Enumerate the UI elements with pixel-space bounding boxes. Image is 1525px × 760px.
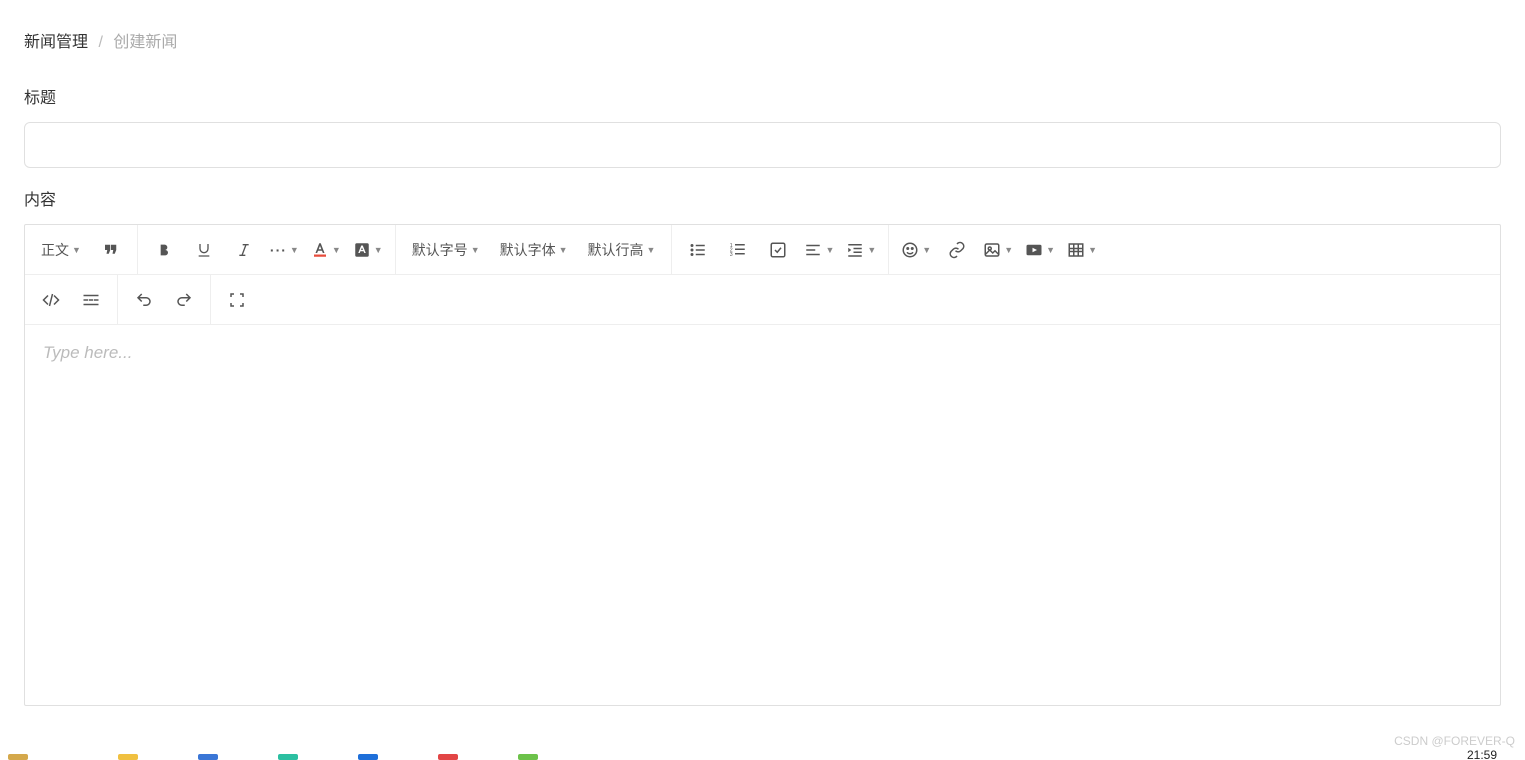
breadcrumb-separator: / <box>98 34 102 51</box>
emoji-button[interactable]: ▼ <box>895 230 937 270</box>
fullscreen-icon <box>228 291 246 309</box>
unordered-list-button[interactable] <box>678 230 718 270</box>
todo-button[interactable] <box>758 230 798 270</box>
indent-button[interactable]: ▼ <box>840 230 882 270</box>
bg-color-button[interactable]: ▼ <box>347 230 389 270</box>
editor-placeholder: Type here... <box>43 343 132 362</box>
font-size-select[interactable]: 默认字号▼ <box>402 230 490 270</box>
blockquote-button[interactable] <box>91 230 131 270</box>
more-format-button[interactable]: ···▼ <box>264 230 305 270</box>
divider-icon <box>82 291 100 309</box>
rich-text-editor: 正文▼ ··· <box>24 224 1501 706</box>
undo-icon <box>135 291 153 309</box>
font-size-label: 默认字号 <box>412 240 468 260</box>
code-icon <box>42 291 60 309</box>
editor-toolbar: 正文▼ ··· <box>25 225 1500 325</box>
underline-button[interactable] <box>184 230 224 270</box>
title-label: 标题 <box>24 84 1501 108</box>
svg-text:3: 3 <box>730 252 733 258</box>
line-height-label: 默认行高 <box>588 240 644 260</box>
breadcrumb-root[interactable]: 新闻管理 <box>24 34 88 51</box>
ordered-list-button[interactable]: 123 <box>718 230 758 270</box>
fullscreen-button[interactable] <box>217 280 257 320</box>
italic-icon <box>236 242 252 258</box>
taskbar-hints <box>0 750 546 760</box>
heading-label: 正文 <box>41 240 69 260</box>
link-button[interactable] <box>937 230 977 270</box>
code-button[interactable] <box>31 280 71 320</box>
align-icon <box>804 241 822 259</box>
link-icon <box>948 241 966 259</box>
divider-button[interactable] <box>71 280 111 320</box>
system-time: 21:59 <box>1467 748 1497 760</box>
watermark: CSDN @FOREVER-Q <box>1394 734 1515 748</box>
font-family-select[interactable]: 默认字体▼ <box>490 230 578 270</box>
redo-icon <box>175 291 193 309</box>
heading-select[interactable]: 正文▼ <box>31 230 91 270</box>
emoji-icon <box>901 241 919 259</box>
video-button[interactable]: ▼ <box>1019 230 1061 270</box>
breadcrumb-current: 创建新闻 <box>113 34 177 51</box>
image-icon <box>983 241 1001 259</box>
editor-content-area[interactable]: Type here... <box>25 325 1500 705</box>
bold-icon <box>156 242 172 258</box>
font-color-icon <box>311 241 329 259</box>
video-icon <box>1025 241 1043 259</box>
todo-icon <box>769 241 787 259</box>
breadcrumb: 新闻管理 / 创建新闻 <box>24 0 1501 66</box>
bold-button[interactable] <box>144 230 184 270</box>
font-color-button[interactable]: ▼ <box>305 230 347 270</box>
undo-button[interactable] <box>124 280 164 320</box>
indent-icon <box>846 241 864 259</box>
image-button[interactable]: ▼ <box>977 230 1019 270</box>
unordered-list-icon <box>689 241 707 259</box>
quote-icon <box>102 241 120 259</box>
more-glyph: ··· <box>270 242 287 258</box>
title-input[interactable] <box>24 122 1501 168</box>
ordered-list-icon: 123 <box>729 241 747 259</box>
table-button[interactable]: ▼ <box>1061 230 1103 270</box>
bg-color-icon <box>353 241 371 259</box>
content-label: 内容 <box>24 186 1501 210</box>
line-height-select[interactable]: 默认行高▼ <box>578 230 666 270</box>
align-button[interactable]: ▼ <box>798 230 840 270</box>
italic-button[interactable] <box>224 230 264 270</box>
font-family-label: 默认字体 <box>500 240 556 260</box>
redo-button[interactable] <box>164 280 204 320</box>
table-icon <box>1067 241 1085 259</box>
underline-icon <box>196 242 212 258</box>
